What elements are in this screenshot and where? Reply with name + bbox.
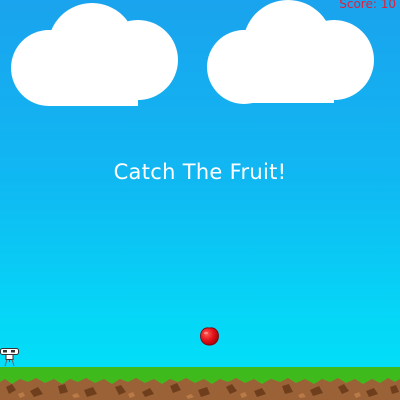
robot-catcher-player[interactable]	[0, 347, 24, 369]
cloud-left	[11, 0, 374, 106]
game-canvas[interactable]: Score: 10 Catch The Fruit!	[0, 0, 400, 400]
ground-terrain	[0, 367, 400, 400]
apple-fruit[interactable]	[199, 325, 221, 347]
game-title: Catch The Fruit!	[113, 160, 287, 184]
score-display: Score: 10	[339, 0, 396, 11]
